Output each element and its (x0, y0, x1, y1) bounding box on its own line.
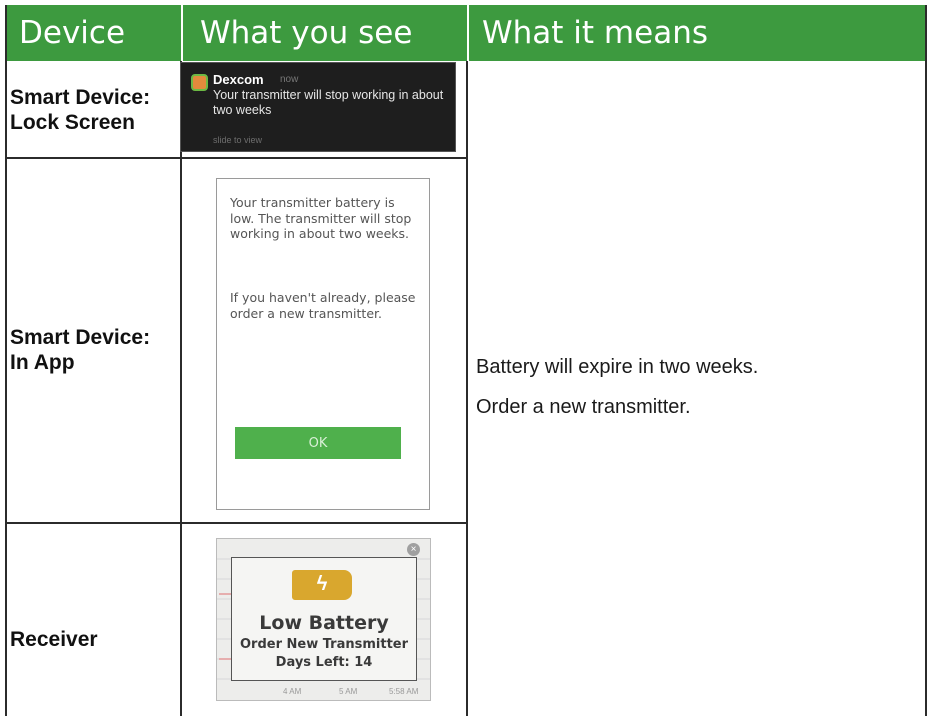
in-app-alert-dialog: Your transmitter battery is low. The tra… (216, 178, 430, 510)
column-divider (180, 61, 182, 716)
row-divider (7, 522, 468, 524)
receiver-screen: × ϟ Low Battery Order New Transmitter Da… (216, 538, 431, 701)
notification-time: now (280, 74, 299, 85)
row-divider (7, 157, 468, 159)
close-icon[interactable]: × (407, 543, 420, 556)
dexcom-app-icon (191, 74, 208, 91)
header-what-you-see: What you see (183, 5, 467, 61)
receiver-alert-subtitle: Order New Transmitter (239, 637, 409, 652)
dialog-paragraph-1: Your transmitter battery is low. The tra… (230, 195, 412, 241)
receiver-days-left: Days Left: 14 (275, 655, 373, 670)
device-label-lock-screen: Smart Device: Lock Screen (10, 86, 151, 134)
low-battery-popup: ϟ Low Battery Order New Transmitter Days… (231, 557, 417, 681)
notification-message: Your transmitter will stop working in ab… (213, 88, 444, 117)
device-label-in-app: Smart Device: In App (10, 326, 151, 374)
low-battery-icon: ϟ (292, 570, 352, 600)
ok-button[interactable]: OK (235, 427, 401, 459)
notification-app-name: Dexcom (213, 72, 264, 87)
notification-hint: slide to view (213, 135, 263, 145)
receiver-time-label: 5 AM (339, 687, 358, 696)
meaning-line-2: Order a new transmitter. (476, 396, 691, 418)
receiver-time-label: 5:58 AM (389, 687, 419, 696)
dialog-paragraph-2: If you haven't already, please order a n… (230, 290, 416, 321)
header-device: Device (7, 5, 181, 61)
column-divider (466, 61, 468, 716)
header-what-it-means: What it means (469, 5, 925, 61)
receiver-alert-title: Low Battery (259, 612, 389, 634)
receiver-time-label: 4 AM (283, 687, 302, 696)
lightning-bolt-icon: ϟ (316, 573, 328, 595)
device-label-receiver: Receiver (10, 628, 98, 651)
lock-screen-notification[interactable]: Dexcom now Your transmitter will stop wo… (180, 62, 456, 152)
meaning-line-1: Battery will expire in two weeks. (476, 356, 759, 378)
